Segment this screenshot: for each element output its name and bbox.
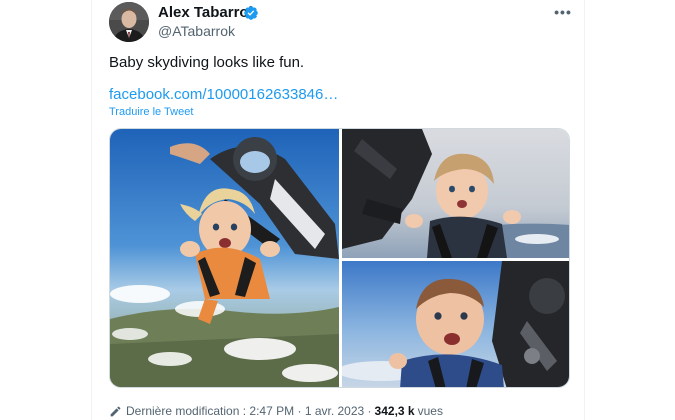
tweet-meta: Dernière modification : 2:47 PM · 1 avr.… [109, 402, 443, 420]
avatar[interactable] [109, 2, 149, 42]
tweet-time[interactable]: 2:47 PM [249, 404, 294, 418]
tweet-card: Alex Tabarrok @ATabarrok ••• Baby skydiv… [0, 0, 675, 420]
views-label: vues [417, 404, 443, 418]
media-image-2[interactable] [342, 129, 569, 258]
more-options-button[interactable]: ••• [550, 2, 576, 22]
media-grid [109, 128, 570, 388]
timeline-border-left [91, 0, 92, 420]
author-handle[interactable]: @ATabarrok [158, 22, 235, 40]
verified-badge-icon [244, 6, 258, 20]
tweet-text: Baby skydiving looks like fun. [109, 54, 305, 71]
edited-label[interactable]: Dernière modification [126, 404, 239, 418]
tweet-link[interactable]: facebook.com/10000162633846… [109, 85, 338, 105]
translate-tweet-link[interactable]: Traduire le Tweet [109, 105, 193, 119]
media-image-3[interactable] [342, 261, 569, 387]
meta-dot-separator-2: · [367, 404, 372, 418]
tweet-date[interactable]: 1 avr. 2023 [305, 404, 364, 418]
views-count: 342,3 k [374, 404, 415, 418]
pencil-icon [110, 406, 121, 416]
timeline-border-right [584, 0, 585, 420]
more-options-icon: ••• [554, 4, 572, 20]
media-image-1[interactable] [110, 129, 339, 387]
